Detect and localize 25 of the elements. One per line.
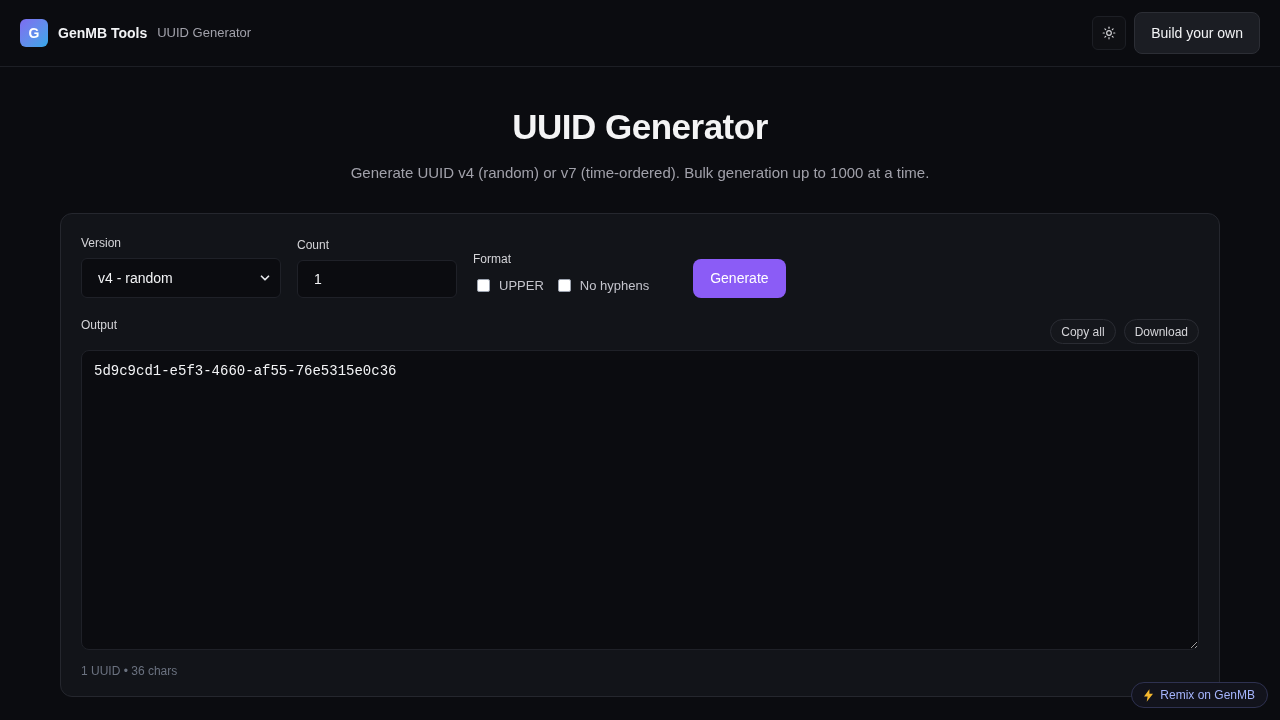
- remix-link[interactable]: Remix on GenMB: [1131, 682, 1268, 708]
- format-label: Format: [473, 250, 511, 268]
- checkbox[interactable]: [477, 278, 490, 292]
- brand-name: GenMB Tools: [58, 23, 148, 43]
- output-label: Output: [81, 317, 118, 334]
- generate-button[interactable]: Generate: [693, 259, 786, 298]
- sun-icon: [1102, 26, 1117, 40]
- logo-icon: G: [20, 19, 48, 47]
- checkbox-label: No hyphens: [579, 276, 650, 295]
- page-subtitle: Generate UUID v4 (random) or v7 (time-ordered). Bulk generation up to 1000 at a time.: [350, 163, 930, 183]
- output-field[interactable]: 5d9c9cd1-e5f3-4660-af55-76e5315e0c36: [81, 350, 1199, 650]
- download-button[interactable]: Download: [1123, 319, 1199, 344]
- output-summary: 1 UUID • 36 chars: [81, 663, 178, 680]
- checkbox-label: UPPER: [499, 276, 544, 295]
- lightning-icon: [1144, 688, 1154, 702]
- copy-all-button[interactable]: Copy all: [1050, 319, 1116, 344]
- version-label: Version: [81, 235, 122, 252]
- count-label: Count: [297, 237, 330, 254]
- checkbox[interactable]: [557, 278, 571, 292]
- version-select[interactable]: v4 - random: [81, 258, 281, 298]
- page-title: UUID Generator: [512, 107, 768, 147]
- count-input[interactable]: 1: [297, 260, 457, 298]
- theme-toggle-button[interactable]: [1092, 16, 1127, 50]
- build-your-own-button[interactable]: Build your own: [1134, 12, 1260, 54]
- page-name: UUID Generator: [157, 24, 252, 43]
